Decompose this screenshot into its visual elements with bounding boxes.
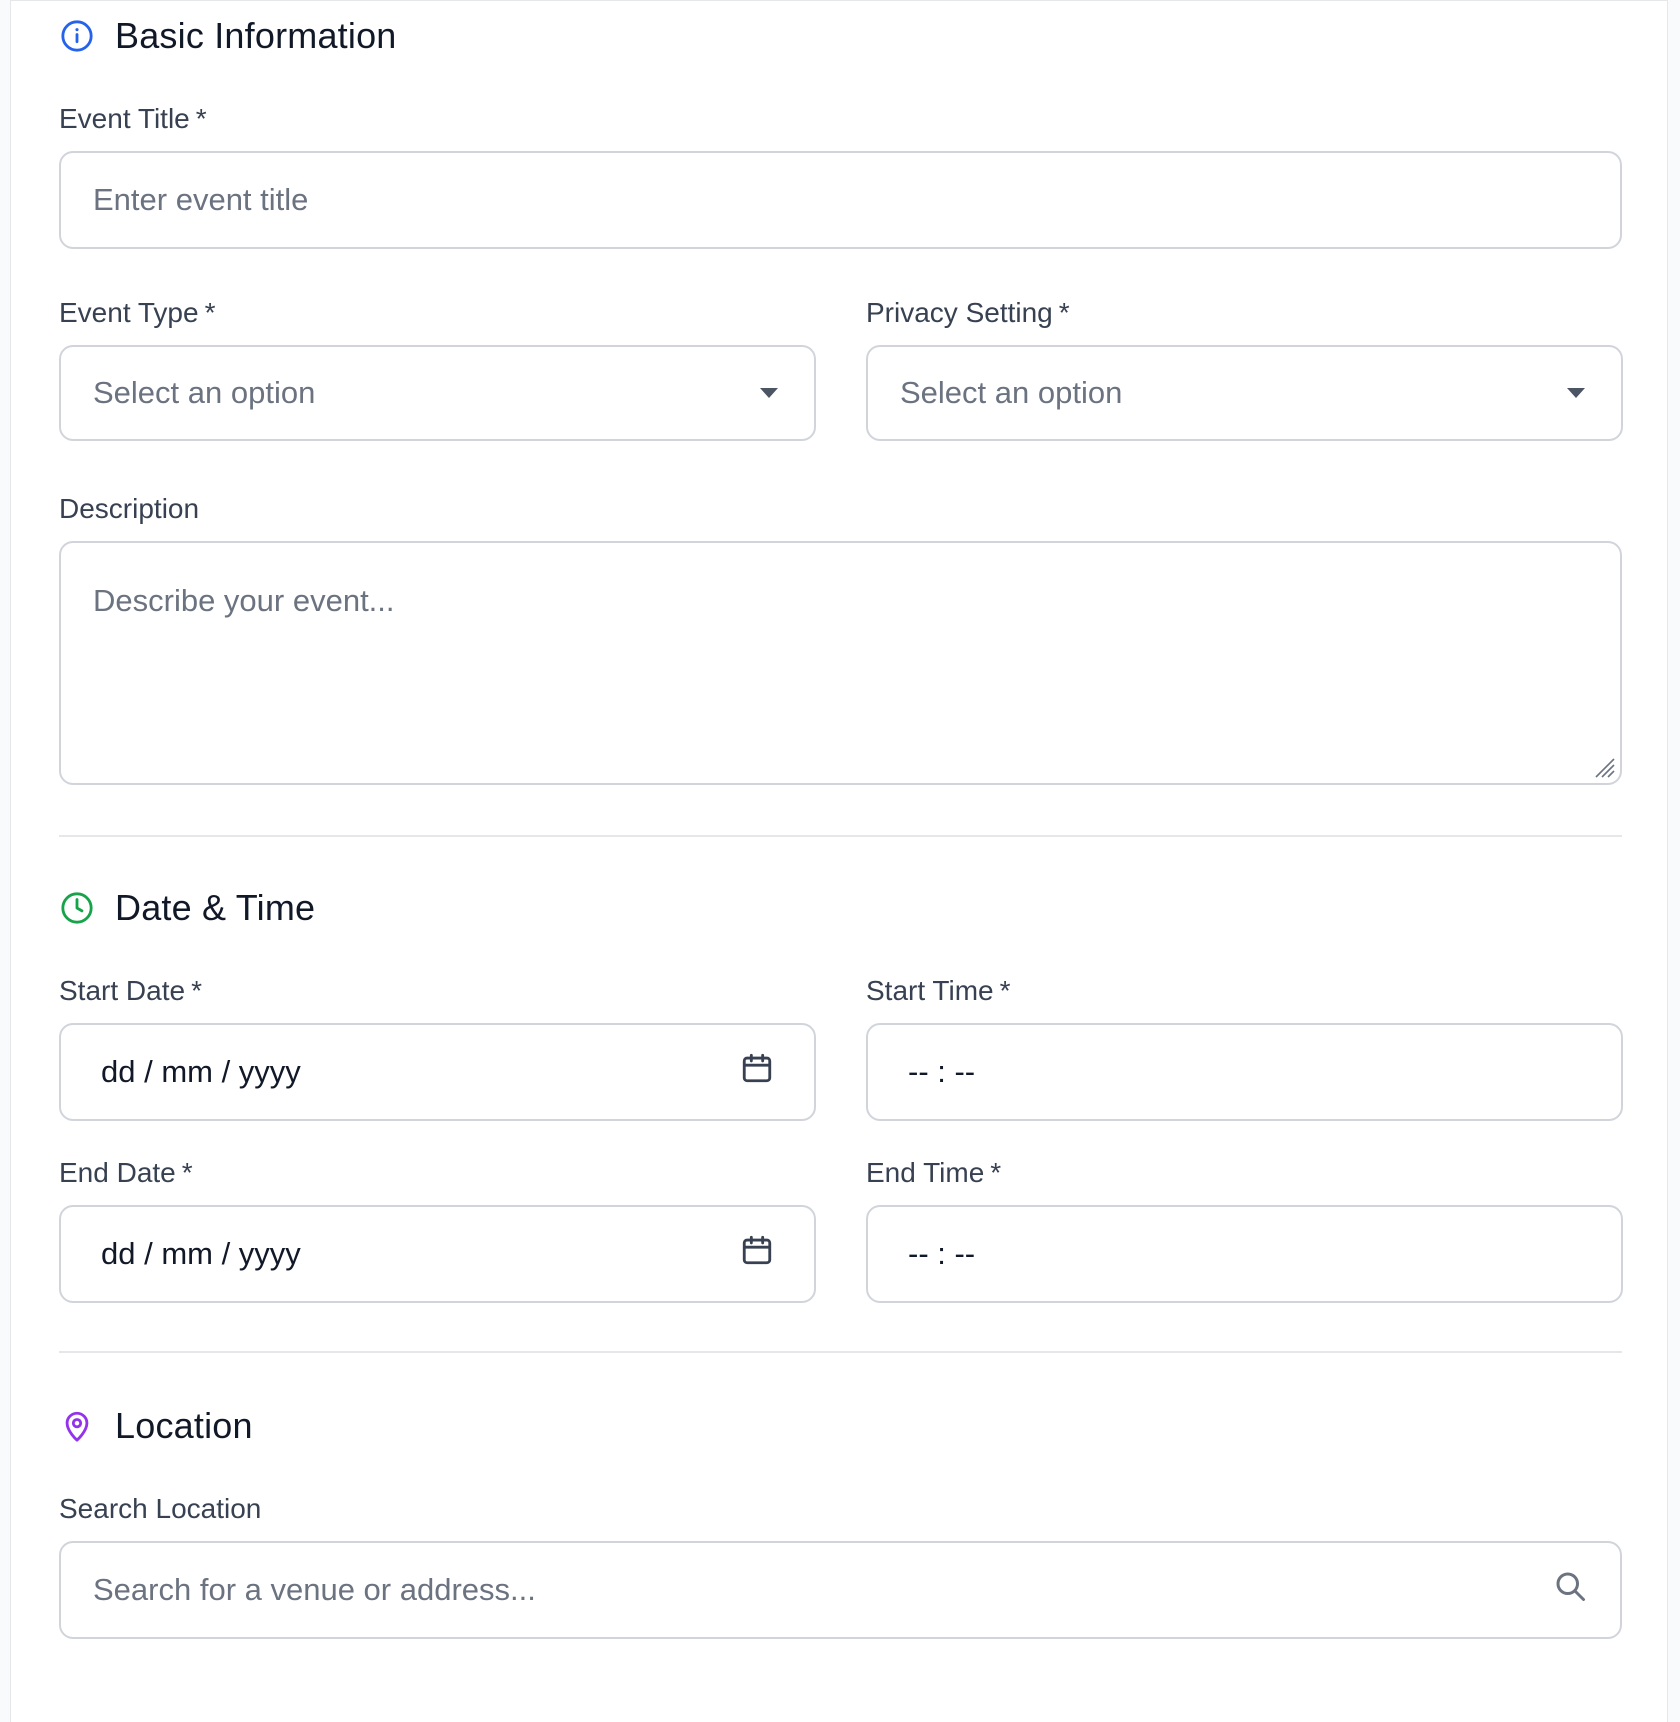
privacy-select[interactable]: Select an option	[866, 345, 1623, 441]
location-search-placeholder: Search for a venue or address...	[93, 1572, 536, 1607]
event-title-input[interactable]: Enter event title	[59, 151, 1622, 249]
event-type-label: Event Type *	[59, 299, 816, 327]
search-location-label-text: Search Location	[59, 1493, 262, 1524]
basic-info-header: Basic Information	[59, 1, 1622, 71]
event-type-col: Event Type * Select an option	[59, 299, 816, 441]
privacy-label: Privacy Setting *	[866, 299, 1623, 327]
required-marker: *	[999, 975, 1011, 1006]
privacy-placeholder: Select an option	[900, 375, 1123, 410]
end-time-col: End Time * -- : --	[866, 1159, 1623, 1303]
end-date-col: End Date * dd / mm / yyyy	[59, 1159, 816, 1303]
event-type-placeholder: Select an option	[93, 375, 316, 410]
end-date-label-text: End Date	[59, 1157, 176, 1188]
required-marker: *	[195, 103, 207, 134]
start-time-label: Start Time *	[866, 977, 1623, 1005]
location-header: Location	[59, 1391, 1622, 1461]
required-marker: *	[990, 1157, 1002, 1188]
event-type-label-text: Event Type	[59, 297, 199, 328]
type-privacy-row: Event Type * Select an option Privacy Set…	[59, 299, 1623, 441]
description-label-text: Description	[59, 493, 200, 524]
required-marker: *	[1058, 297, 1070, 328]
start-time-input[interactable]: -- : --	[866, 1023, 1623, 1121]
calendar-icon[interactable]	[740, 1233, 774, 1275]
location-search-input[interactable]: Search for a venue or address...	[59, 1541, 1622, 1639]
event-title-label: Event Title *	[59, 105, 1622, 133]
end-row: End Date * dd / mm / yyyy End Time * -- …	[59, 1159, 1623, 1303]
start-time-value: -- : --	[908, 1054, 976, 1089]
end-date-label: End Date *	[59, 1159, 816, 1187]
end-date-value: dd / mm / yyyy	[101, 1236, 301, 1271]
description-textarea[interactable]: Describe your event...	[59, 541, 1622, 785]
start-date-input[interactable]: dd / mm / yyyy	[59, 1023, 816, 1121]
end-time-label: End Time *	[866, 1159, 1623, 1187]
event-title-placeholder: Enter event title	[93, 182, 309, 217]
end-time-label-text: End Time	[866, 1157, 985, 1188]
event-form-card: Basic Information Event Title * Enter eve…	[10, 0, 1668, 1722]
caret-down-icon	[760, 388, 778, 398]
start-date-label: Start Date *	[59, 977, 816, 1005]
location-title: Location	[115, 1405, 253, 1446]
end-time-value: -- : --	[908, 1236, 976, 1271]
event-type-select[interactable]: Select an option	[59, 345, 816, 441]
basic-info-title: Basic Information	[115, 15, 397, 56]
event-title-label-text: Event Title	[59, 103, 190, 134]
caret-down-icon	[1567, 388, 1585, 398]
description-label: Description	[59, 495, 1622, 523]
privacy-label-text: Privacy Setting	[866, 297, 1053, 328]
start-date-label-text: Start Date	[59, 975, 186, 1006]
start-time-label-text: Start Time	[866, 975, 994, 1006]
map-pin-icon	[59, 1408, 95, 1444]
datetime-title: Date & Time	[115, 887, 316, 928]
end-time-input[interactable]: -- : --	[866, 1205, 1623, 1303]
search-location-label: Search Location	[59, 1495, 1622, 1523]
description-placeholder: Describe your event...	[93, 583, 395, 618]
end-date-input[interactable]: dd / mm / yyyy	[59, 1205, 816, 1303]
start-time-col: Start Time * -- : --	[866, 977, 1623, 1121]
start-date-col: Start Date * dd / mm / yyyy	[59, 977, 816, 1121]
event-form: Basic Information Event Title * Enter eve…	[59, 1, 1623, 1639]
calendar-icon[interactable]	[740, 1051, 774, 1093]
start-row: Start Date * dd / mm / yyyy Start Time *…	[59, 977, 1623, 1121]
required-marker: *	[191, 975, 202, 1006]
datetime-header: Date & Time	[59, 873, 1622, 943]
info-circle-icon	[59, 18, 95, 54]
search-icon[interactable]	[1552, 1568, 1588, 1612]
privacy-col: Privacy Setting * Select an option	[866, 299, 1623, 441]
clock-icon	[59, 890, 95, 926]
required-marker: *	[181, 1157, 193, 1188]
required-marker: *	[204, 297, 216, 328]
resize-handle-icon[interactable]	[1590, 753, 1616, 779]
start-date-value: dd / mm / yyyy	[101, 1054, 301, 1089]
